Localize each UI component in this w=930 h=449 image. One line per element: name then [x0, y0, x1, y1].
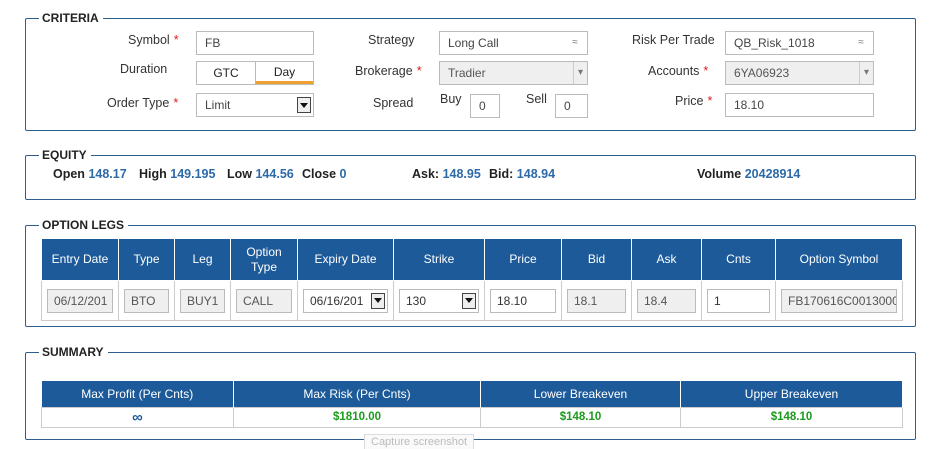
spread-sell-label: Sell: [526, 92, 547, 106]
price-input[interactable]: 18.10: [725, 93, 874, 117]
close-value: 0: [339, 167, 347, 181]
symbol-input[interactable]: FB: [196, 31, 314, 55]
option-symbol-field: FB170616C0013000C: [781, 288, 897, 313]
symbol-label: Symbol *: [128, 33, 179, 47]
column-header: Bid: [561, 238, 632, 281]
column-header: Option Type: [230, 238, 298, 281]
expiry-date-value: 06/16/201: [310, 293, 364, 308]
cnts-input[interactable]: 1: [707, 288, 770, 313]
brokerage-value: Tradier: [448, 66, 486, 80]
accounts-value: 6YA06923: [734, 66, 790, 80]
column-header: Price: [484, 238, 562, 281]
price-leg-input[interactable]: 18.10: [490, 288, 556, 313]
duration-label: Duration: [120, 62, 168, 76]
column-header: Expiry Date: [297, 238, 394, 281]
chevron-down-icon[interactable]: ▾: [859, 62, 873, 84]
strike-select[interactable]: 130: [399, 288, 479, 313]
duration-gtc-button[interactable]: GTC: [197, 62, 255, 84]
strategy-select[interactable]: Long Call ≈: [439, 31, 588, 55]
strategy-value: Long Call: [448, 36, 499, 50]
equity-open: Open 148.17: [53, 167, 127, 181]
column-header: Max Profit (Per Cnts): [41, 381, 234, 407]
low-value: 144.56: [255, 167, 294, 181]
spread-sell-input[interactable]: 0: [555, 94, 588, 118]
expiry-date-select[interactable]: 06/16/201: [303, 288, 388, 313]
dropdown-arrow-icon[interactable]: [462, 292, 476, 309]
equity-close: Close 0: [302, 167, 347, 181]
required-marker: *: [707, 94, 713, 108]
chevron-double-down-icon[interactable]: ≈: [563, 32, 587, 54]
capture-screenshot-tooltip: Capture screenshot: [364, 434, 474, 449]
summary-legend: SUMMARY: [30, 344, 108, 360]
equity-volume: Volume 20428914: [697, 167, 801, 181]
order-type-value: Limit: [205, 98, 231, 112]
open-value: 148.17: [88, 167, 127, 181]
required-marker: *: [416, 64, 422, 78]
max-risk-value: $1810.00: [233, 406, 481, 428]
required-marker: *: [173, 33, 179, 47]
table-row: ∞ $1810.00 $148.10 $148.10: [41, 406, 903, 428]
spread-label: Spread: [373, 96, 414, 110]
ask-field: 18.4: [637, 288, 696, 313]
price-label: Price *: [675, 94, 713, 108]
equity-ask: Ask: 148.95: [412, 167, 481, 181]
max-profit-value: ∞: [41, 406, 234, 428]
type-field: BTO: [124, 288, 169, 313]
column-header: Cnts: [701, 238, 776, 281]
dropdown-arrow-icon[interactable]: [371, 292, 385, 309]
risk-per-trade-select[interactable]: QB_Risk_1018 ≈: [725, 31, 874, 55]
leg-field: BUY1: [180, 288, 225, 313]
required-marker: *: [703, 64, 709, 78]
equity-low: Low 144.56: [227, 167, 294, 181]
option-legs-legend: OPTION LEGS: [30, 217, 129, 233]
column-header: Leg: [174, 238, 231, 281]
column-header: Upper Breakeven: [680, 381, 903, 407]
column-header: Option Symbol: [775, 238, 903, 281]
ask-value: 148.95: [442, 167, 481, 181]
column-header: Lower Breakeven: [480, 381, 681, 407]
duration-toggle: GTC Day: [196, 61, 314, 85]
chevron-double-down-icon[interactable]: ≈: [849, 32, 873, 54]
entry-date-field: 06/12/201: [47, 288, 113, 313]
accounts-label: Accounts *: [648, 64, 709, 78]
bid-value: 148.94: [516, 167, 556, 181]
chevron-down-icon[interactable]: ▾: [573, 62, 587, 84]
bid-field: 18.1: [567, 288, 626, 313]
strategy-label: Strategy: [368, 33, 415, 47]
risk-per-trade-value: QB_Risk_1018: [734, 36, 815, 50]
column-header: Type: [118, 238, 175, 281]
option-type-field: CALL: [236, 288, 292, 313]
lower-breakeven-value: $148.10: [480, 406, 681, 428]
risk-per-trade-label: Risk Per Trade: [632, 33, 715, 47]
duration-day-button[interactable]: Day: [255, 62, 313, 84]
brokerage-select[interactable]: Tradier ▾: [439, 61, 588, 85]
equity-legend: EQUITY: [30, 147, 91, 163]
dropdown-arrow-icon[interactable]: [297, 97, 311, 113]
high-value: 149.195: [170, 167, 216, 181]
required-marker: *: [173, 96, 179, 110]
column-header: Ask: [631, 238, 702, 281]
order-type-label: Order Type *: [107, 96, 179, 110]
criteria-legend: CRITERIA: [30, 10, 103, 26]
brokerage-label: Brokerage *: [355, 64, 422, 78]
table-row: 06/12/201 BTO BUY1 CALL 06/16/201 130 18…: [41, 280, 903, 321]
summary-header-row: Max Profit (Per Cnts) Max Risk (Per Cnts…: [41, 381, 903, 407]
spread-buy-label: Buy: [440, 92, 462, 106]
order-type-select[interactable]: Limit: [196, 93, 314, 117]
column-header: Strike: [393, 238, 485, 281]
spread-buy-input[interactable]: 0: [470, 94, 500, 118]
equity-bid: Bid: 148.94: [489, 167, 556, 181]
upper-breakeven-value: $148.10: [680, 406, 903, 428]
option-legs-header-row: Entry Date Type Leg Option Type Expiry D…: [41, 238, 903, 281]
column-header: Max Risk (Per Cnts): [233, 381, 481, 407]
accounts-select[interactable]: 6YA06923 ▾: [725, 61, 874, 85]
column-header: Entry Date: [41, 238, 119, 281]
summary-table: Max Profit (Per Cnts) Max Risk (Per Cnts…: [41, 381, 903, 428]
option-legs-table: Entry Date Type Leg Option Type Expiry D…: [41, 238, 903, 321]
equity-high: High 149.195: [139, 167, 216, 181]
volume-value: 20428914: [744, 167, 801, 181]
strike-value: 130: [406, 293, 427, 308]
